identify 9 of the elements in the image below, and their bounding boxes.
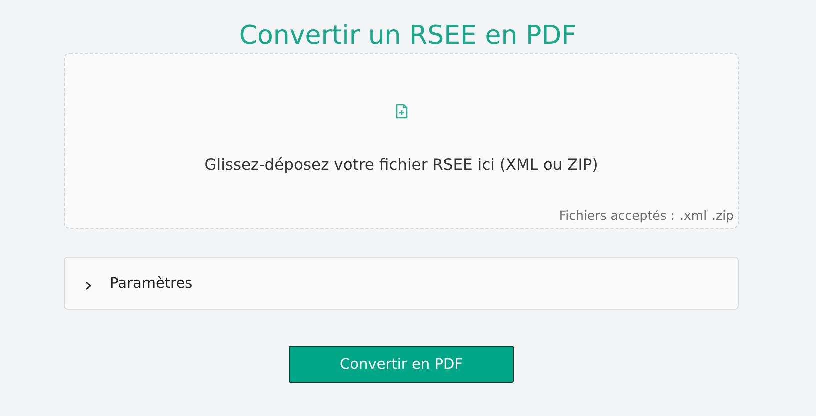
file-extension: .zip bbox=[712, 208, 734, 223]
file-dropzone[interactable]: Glissez-déposez votre fichier RSEE ici (XML ou ZIP) Fichiers acceptés : .xml .zip bbox=[64, 53, 739, 229]
chevron-icon bbox=[85, 280, 93, 290]
accepted-files-label: Fichiers acceptés : bbox=[559, 208, 676, 223]
file-extension: .xml bbox=[680, 208, 708, 223]
dropzone-prompt: Glissez-déposez votre fichier RSEE ici (XML ou ZIP) bbox=[204, 156, 598, 174]
file-add-icon bbox=[396, 104, 408, 119]
settings-accordion[interactable]: Paramètres bbox=[64, 257, 739, 310]
page-title: Convertir un RSEE en PDF bbox=[238, 20, 578, 53]
